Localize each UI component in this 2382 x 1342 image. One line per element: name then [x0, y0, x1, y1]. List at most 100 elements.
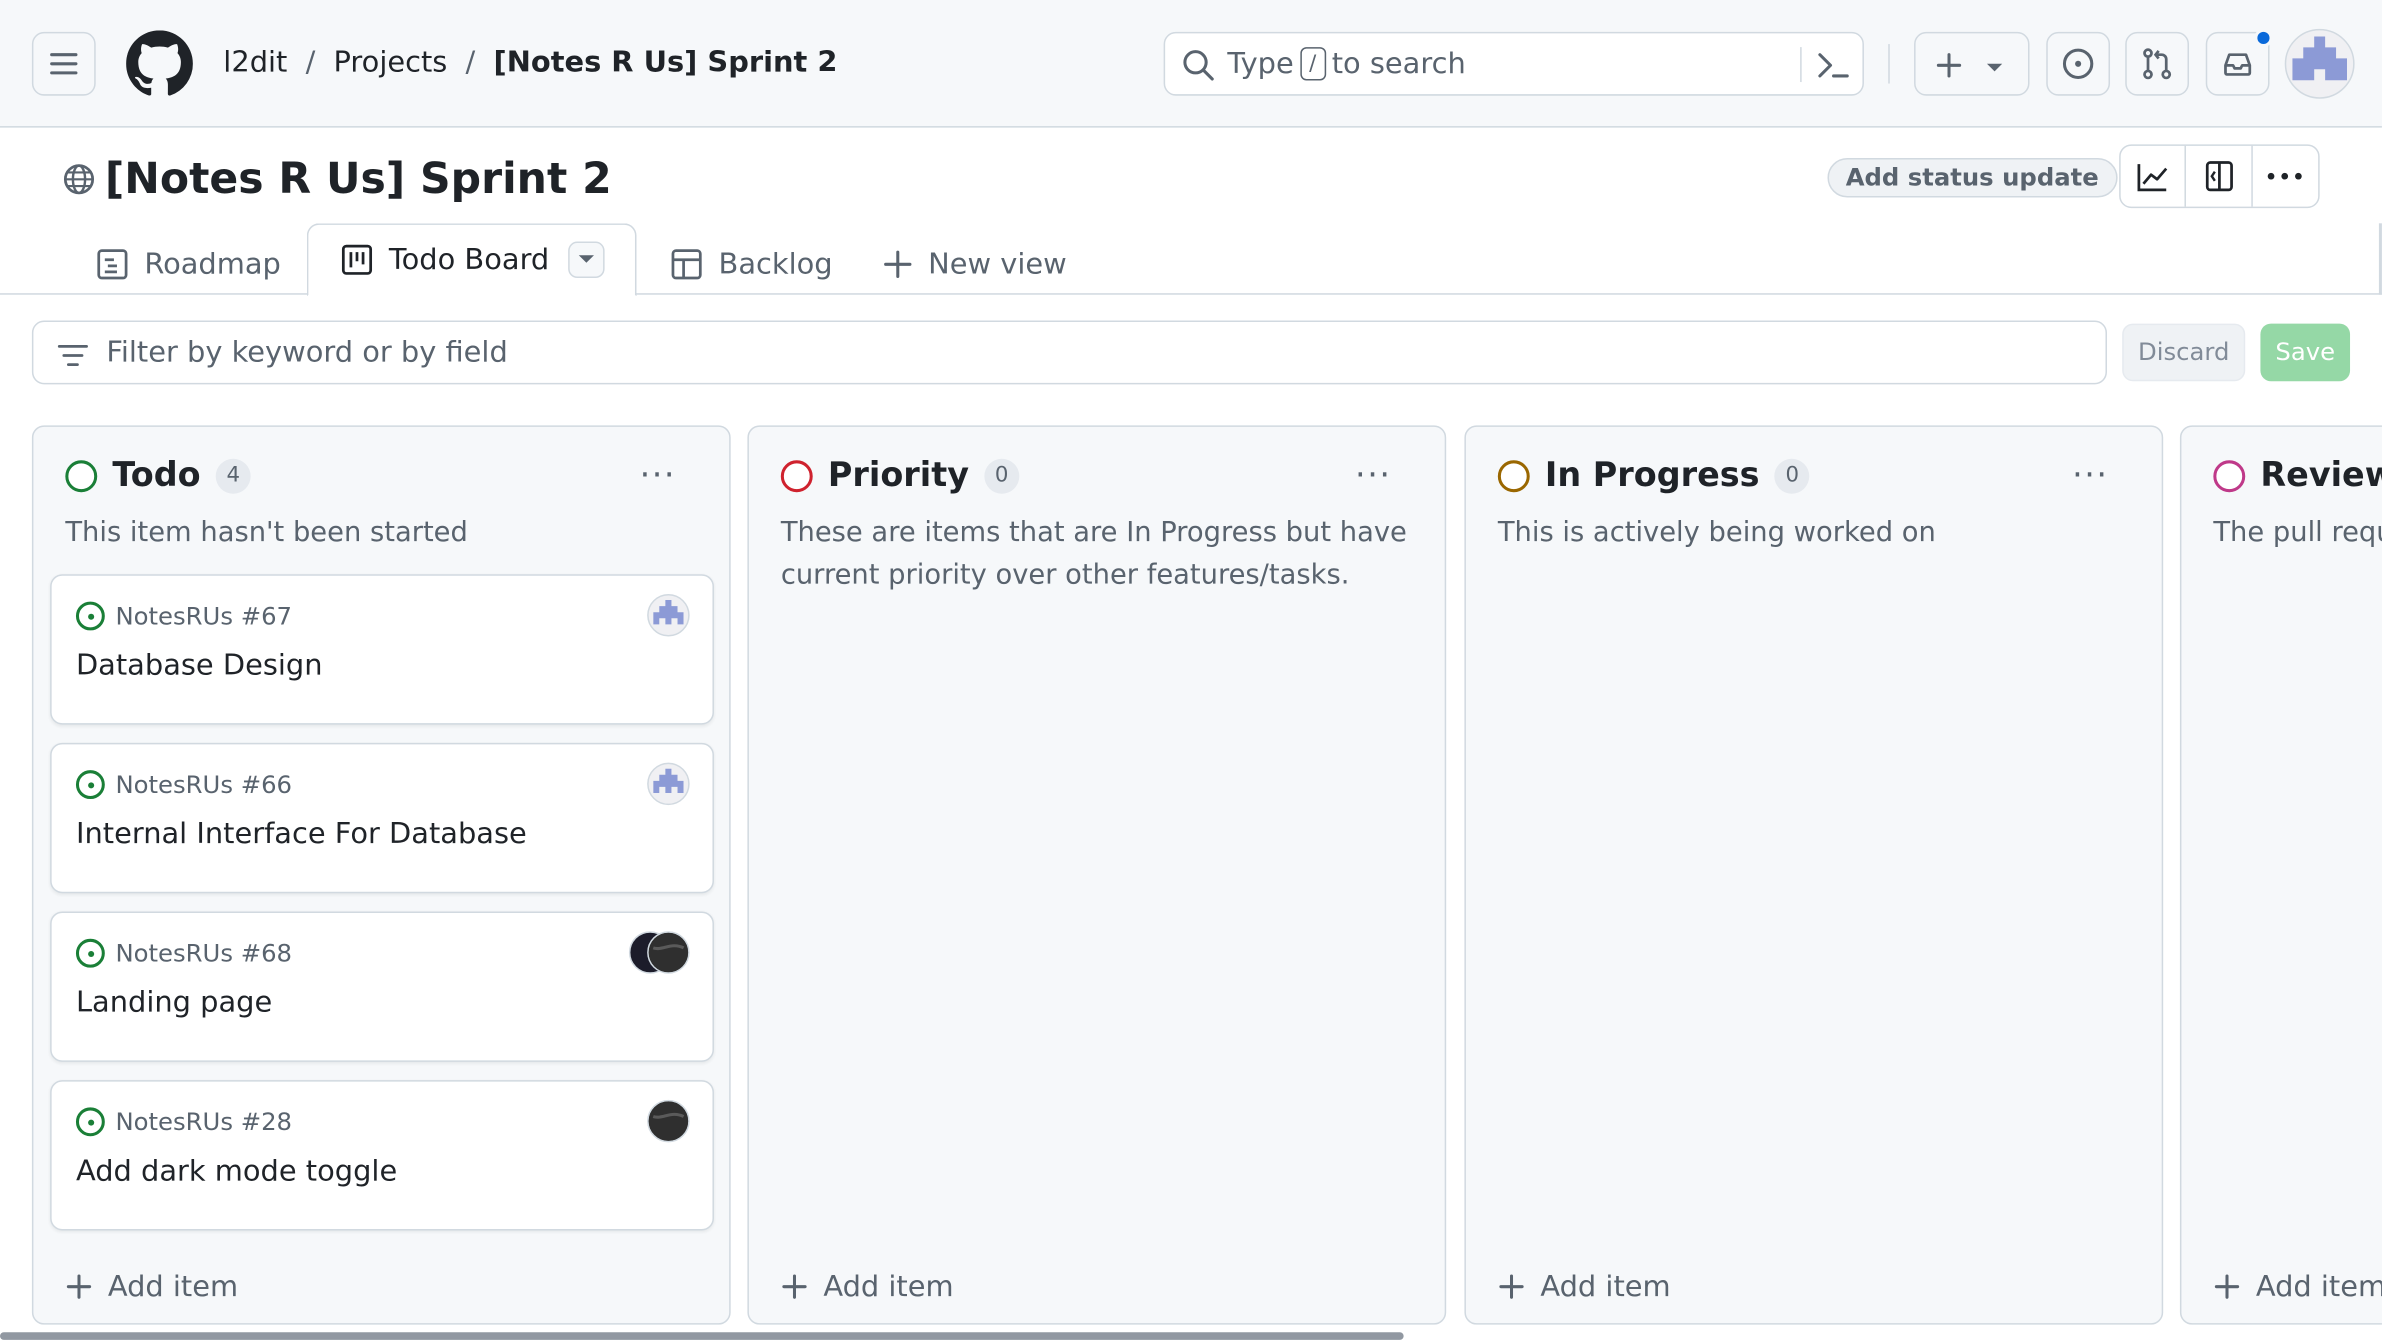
card-item[interactable]: NotesRUs #67 Database Design: [50, 574, 714, 725]
hamburger-icon: [50, 53, 78, 75]
view-options-button[interactable]: [568, 241, 605, 278]
column-priority: Priority 0 ··· These are items that are …: [747, 425, 1447, 1325]
assignee-avatar[interactable]: [647, 1099, 690, 1143]
search-divider: [1800, 47, 1802, 83]
tab-roadmap[interactable]: Roadmap: [96, 235, 281, 293]
table-icon: [671, 249, 702, 280]
save-button[interactable]: Save: [2260, 323, 2351, 382]
avatar-texture-icon: [648, 932, 689, 973]
assignee-avatar[interactable]: [647, 762, 690, 806]
filter-icon: [57, 344, 88, 366]
column-name: In Progress: [1544, 457, 1760, 496]
avatar-texture-icon: [648, 1101, 689, 1141]
column-description: The pull requ: [2213, 516, 2382, 549]
board-icon: [341, 244, 373, 275]
card-item[interactable]: NotesRUs #66 Internal Interface For Data…: [50, 742, 714, 894]
add-item-button[interactable]: Add item: [2213, 1270, 2382, 1303]
column-menu-button[interactable]: ···: [1355, 457, 1391, 495]
tabs-right-edge: [2378, 223, 2382, 295]
column-header: Reviewe: [2213, 457, 2382, 495]
card-title[interactable]: Internal Interface For Database: [76, 817, 527, 850]
status-circle-icon: [2213, 460, 2246, 493]
add-item-button[interactable]: Add item: [781, 1270, 954, 1303]
search-input[interactable]: Type / to search: [1163, 31, 1864, 96]
hamburger-menu-button[interactable]: [31, 31, 96, 96]
card-ref[interactable]: NotesRUs #67: [115, 602, 292, 631]
filter-input[interactable]: Filter by keyword or by field: [31, 320, 2107, 385]
open-issue-icon: [75, 938, 105, 968]
add-item-button[interactable]: Add item: [65, 1270, 238, 1303]
card-ref[interactable]: NotesRUs #28: [115, 1107, 292, 1136]
column-menu-button[interactable]: ···: [2072, 457, 2108, 495]
open-issue-icon: [75, 1107, 105, 1137]
column-name: Todo: [112, 457, 201, 496]
add-status-update-button[interactable]: Add status update: [1827, 157, 2117, 198]
filter-placeholder: Filter by keyword or by field: [106, 335, 508, 370]
pull-requests-button[interactable]: [2125, 31, 2190, 96]
tab-backlog[interactable]: Backlog: [670, 235, 833, 293]
avatar[interactable]: [2284, 28, 2355, 99]
add-item-button[interactable]: Add item: [1498, 1270, 1671, 1303]
breadcrumb-project[interactable]: [Notes R Us] Sprint 2: [494, 46, 838, 79]
plus-icon: [1936, 53, 1962, 78]
plus-icon: [782, 1274, 807, 1299]
plus-icon: [2214, 1274, 2240, 1299]
search-icon: [1183, 50, 1214, 81]
command-palette-icon[interactable]: [1815, 49, 1851, 82]
column-name: Priority: [827, 457, 970, 496]
insights-icon: [2137, 164, 2168, 192]
page-title: [Notes R Us] Sprint 2: [104, 153, 612, 204]
column-name: Reviewe: [2260, 457, 2382, 496]
search-placeholder-pre: Type: [1227, 47, 1294, 81]
breadcrumb-owner[interactable]: l2dit: [223, 46, 287, 79]
card-ref[interactable]: NotesRUs #68: [115, 939, 292, 968]
horizontal-scrollbar[interactable]: [0, 1332, 1404, 1340]
globe-icon: [63, 164, 95, 195]
breadcrumb-projects[interactable]: Projects: [334, 46, 448, 79]
pull-requests-icon: [2143, 48, 2172, 80]
search-shortcut-key: /: [1299, 47, 1326, 81]
chevron-down-icon: [1986, 63, 2003, 72]
roadmap-icon: [97, 249, 128, 280]
more-options-button[interactable]: [2252, 146, 2318, 207]
create-new-button[interactable]: [1914, 31, 2030, 96]
discard-button[interactable]: Discard: [2122, 323, 2246, 382]
github-logo[interactable]: [126, 30, 193, 97]
plus-icon: [884, 250, 912, 278]
issues-button[interactable]: [2046, 31, 2111, 96]
insights-button[interactable]: [2121, 145, 2187, 207]
card-ref[interactable]: NotesRUs #66: [115, 770, 292, 799]
triangle-down-icon: [578, 255, 594, 263]
assignee-avatar[interactable]: [647, 931, 690, 974]
new-view-button[interactable]: New view: [883, 235, 1067, 293]
card-item[interactable]: NotesRUs #28 Add dark mode toggle: [50, 1080, 714, 1231]
tab-todo-board[interactable]: Todo Board: [306, 223, 637, 297]
kebab-icon: [2268, 172, 2303, 180]
project-toolbar: [2119, 144, 2320, 209]
identicon-icon: [2292, 36, 2348, 81]
search-placeholder: Type / to search: [1227, 47, 1466, 81]
card-meta: NotesRUs #28: [75, 1107, 292, 1137]
column-menu-button[interactable]: ···: [640, 457, 676, 495]
search-placeholder-post: to search: [1331, 47, 1466, 81]
tab-label: Roadmap: [144, 247, 281, 282]
side-panel-button[interactable]: [2187, 145, 2253, 207]
card-title[interactable]: Landing page: [76, 986, 272, 1019]
tab-label: Todo Board: [388, 243, 550, 277]
identicon-icon: [653, 600, 684, 625]
identicon-icon: [653, 768, 684, 793]
column-description: This item hasn't been started: [65, 516, 468, 549]
assignee-avatar[interactable]: [647, 593, 690, 637]
card-item[interactable]: NotesRUs #68 Landing page: [50, 911, 714, 1062]
card-meta: NotesRUs #68: [75, 938, 292, 968]
status-circle-icon: [1497, 460, 1530, 493]
header-divider: [1888, 44, 1890, 84]
card-title[interactable]: Database Design: [76, 649, 323, 682]
column-reviewed: Reviewe The pull requ Add item: [2179, 425, 2382, 1325]
plus-icon: [1499, 1274, 1524, 1299]
card-meta: NotesRUs #66: [75, 770, 292, 800]
column-count: 4: [215, 458, 251, 494]
issues-icon: [2062, 48, 2094, 79]
add-item-label: Add item: [107, 1269, 239, 1304]
card-title[interactable]: Add dark mode toggle: [76, 1155, 397, 1188]
